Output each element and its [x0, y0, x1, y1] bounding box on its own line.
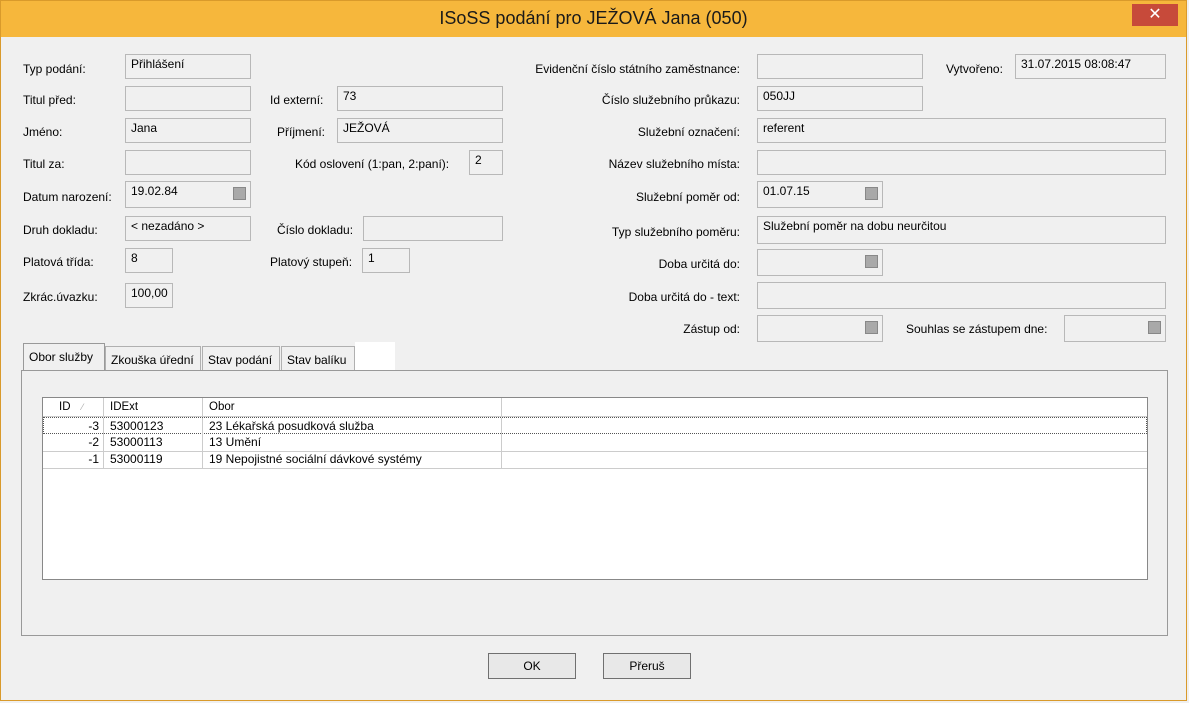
date-picker-button[interactable]	[865, 187, 878, 200]
souhlas-label: Souhlas se zástupem dne:	[906, 322, 1048, 336]
titul-pred-label: Titul před:	[23, 93, 76, 107]
column-header-idext[interactable]: IDExt	[104, 398, 203, 416]
cell-obor: 23 Lékařská posudková služba	[203, 418, 502, 435]
cislo-dokladu-field[interactable]	[363, 216, 503, 241]
kod-osloveni-field[interactable]: 2	[469, 150, 503, 175]
titul-pred-field[interactable]	[125, 86, 251, 111]
datum-narozeni-label: Datum narození:	[23, 190, 112, 204]
doba-urcita-text-field[interactable]	[757, 282, 1166, 309]
dialog-body: Typ podání: Přihlášení Titul před: Jméno…	[7, 37, 1180, 694]
zkrac-uvazku-field[interactable]: 100,00	[125, 283, 173, 308]
cell-idext: 53000119	[104, 451, 203, 468]
prijmeni-field[interactable]: JEŽOVÁ	[337, 118, 503, 143]
close-button[interactable]: ✕	[1132, 4, 1178, 26]
vytvoreno-label: Vytvořeno:	[946, 62, 1003, 76]
nazev-mista-label: Název služebního místa:	[608, 157, 740, 171]
tab-stav-podani[interactable]: Stav podání	[202, 346, 280, 372]
ok-button[interactable]: OK	[488, 653, 576, 679]
title-bar[interactable]: ISoSS podání pro JEŽOVÁ Jana (050) ✕	[1, 1, 1186, 37]
doba-urcita-do-label: Doba určitá do:	[658, 257, 740, 271]
zastup-od-field[interactable]	[757, 315, 883, 342]
typ-podani-label: Typ podání:	[23, 62, 86, 76]
doba-urcita-do-field[interactable]	[757, 249, 883, 276]
table-row[interactable]: -3 53000123 23 Lékařská posudková služba	[43, 417, 1147, 435]
platovy-stupen-field[interactable]: 1	[362, 248, 410, 273]
datum-narozeni-field[interactable]: 19.02.84	[125, 181, 251, 208]
vytvoreno-field: 31.07.2015 08:08:47	[1015, 54, 1166, 79]
zastup-od-label: Zástup od:	[683, 322, 740, 336]
platova-trida-field[interactable]: 8	[125, 248, 173, 273]
date-picker-button[interactable]	[865, 321, 878, 334]
grid-header: ID ⁄ IDExt Obor	[43, 398, 1147, 417]
typ-podani-field[interactable]: Přihlášení	[125, 54, 251, 79]
cislo-prukazu-label: Číslo služebního průkazu:	[601, 93, 740, 107]
dialog-window: ISoSS podání pro JEŽOVÁ Jana (050) ✕ Typ…	[0, 0, 1187, 701]
tab-zkouska-uredni[interactable]: Zkouška úřední	[105, 346, 201, 372]
titul-za-label: Titul za:	[23, 157, 65, 171]
sluzebni-pomer-od-field[interactable]: 01.07.15	[757, 181, 883, 208]
column-header-obor[interactable]: Obor	[203, 398, 502, 416]
typ-pomeru-label: Typ služebního poměru:	[611, 225, 740, 239]
druh-dokladu-label: Druh dokladu:	[23, 223, 98, 237]
evidencni-cislo-label: Evidenční číslo státního zaměstnance:	[535, 62, 740, 76]
platova-trida-label: Platová třída:	[23, 255, 94, 269]
prijmeni-label: Příjmení:	[277, 125, 326, 139]
sort-indicator-icon: ⁄	[81, 402, 84, 412]
sluzebni-pomer-od-value: 01.07.15	[763, 184, 810, 198]
nazev-mista-field[interactable]	[757, 150, 1166, 175]
souhlas-field[interactable]	[1064, 315, 1166, 342]
cislo-dokladu-label: Číslo dokladu:	[277, 223, 354, 237]
cell-id: -1	[43, 451, 104, 468]
jmeno-field[interactable]: Jana	[125, 118, 251, 143]
tab-panel-obor-sluzby: ID ⁄ IDExt Obor -3 53000123 23 Lékařská …	[21, 370, 1168, 636]
table-row[interactable]: -1 53000119 19 Nepojistné sociální dávko…	[43, 451, 1147, 469]
table-row[interactable]: -2 53000113 13 Umění	[43, 434, 1147, 452]
cislo-prukazu-field[interactable]: 050JJ	[757, 86, 923, 111]
obor-grid[interactable]: ID ⁄ IDExt Obor -3 53000123 23 Lékařská …	[42, 397, 1148, 580]
cell-id: -3	[44, 418, 104, 435]
cell-obor: 13 Umění	[203, 434, 502, 451]
typ-pomeru-select[interactable]: Služební poměr na dobu neurčitou	[757, 216, 1166, 244]
cell-id: -2	[43, 434, 104, 451]
platovy-stupen-label: Platový stupeň:	[270, 255, 353, 269]
doba-urcita-text-label: Doba určitá do - text:	[628, 290, 740, 304]
evidencni-cislo-field[interactable]	[757, 54, 923, 79]
date-picker-button[interactable]	[233, 187, 246, 200]
id-externi-label: Id externí:	[270, 93, 324, 107]
tab-stav-baliku[interactable]: Stav balíku	[281, 346, 355, 372]
tab-strip-gap	[355, 342, 395, 372]
sluzebni-pomer-od-label: Služební poměr od:	[635, 190, 740, 204]
cell-idext: 53000113	[104, 434, 203, 451]
cell-idext: 53000123	[104, 418, 203, 435]
date-picker-button[interactable]	[865, 255, 878, 268]
datum-narozeni-value: 19.02.84	[131, 184, 178, 198]
zkrac-uvazku-label: Zkrác.úvazku:	[23, 290, 98, 304]
sluzebni-oznaceni-label: Služební označení:	[637, 125, 740, 139]
jmeno-label: Jméno:	[23, 125, 63, 139]
druh-dokladu-select[interactable]: < nezadáno >	[125, 216, 251, 241]
tab-obor-sluzby[interactable]: Obor služby	[23, 343, 105, 373]
kod-osloveni-label: Kód oslovení (1:pan, 2:paní):	[295, 157, 450, 171]
window-title: ISoSS podání pro JEŽOVÁ Jana (050)	[439, 8, 748, 28]
column-header-id[interactable]: ID ⁄	[43, 398, 104, 416]
id-externi-field[interactable]: 73	[337, 86, 503, 111]
cancel-button[interactable]: Přeruš	[603, 653, 691, 679]
titul-za-field[interactable]	[125, 150, 251, 175]
cell-obor: 19 Nepojistné sociální dávkové systémy	[203, 451, 502, 468]
date-picker-button[interactable]	[1148, 321, 1161, 334]
sluzebni-oznaceni-field[interactable]: referent	[757, 118, 1166, 143]
